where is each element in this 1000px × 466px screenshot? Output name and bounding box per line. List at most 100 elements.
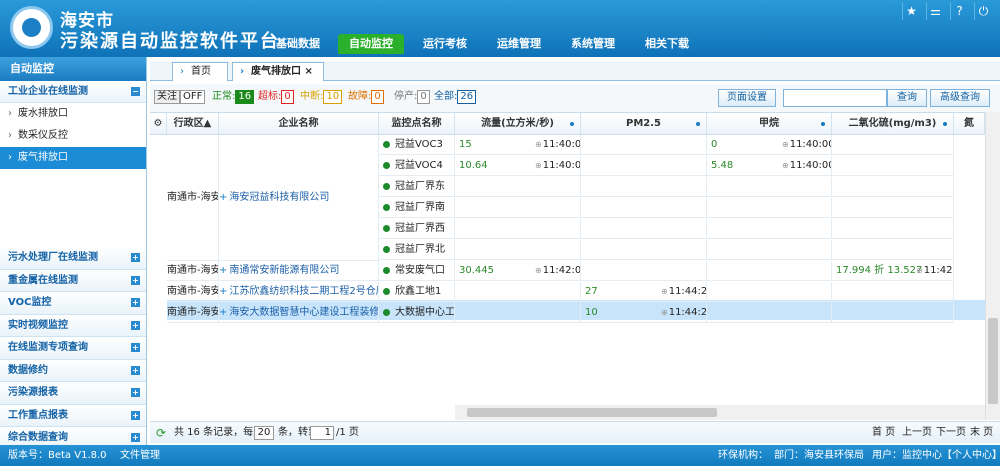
logo xyxy=(10,6,53,49)
company-link[interactable]: 南通常安新能源有限公司 xyxy=(229,265,339,276)
sidebar-section-label[interactable]: 在线监测专项查询 xyxy=(8,342,88,353)
prev-page-link[interactable]: 上一页 xyxy=(902,422,932,444)
user-label[interactable]: 用户：监控中心【个人中心】 xyxy=(872,445,1000,466)
column-region[interactable]: 行政区▲ xyxy=(167,113,219,135)
nav-basic-data[interactable]: 基础数据 xyxy=(268,34,328,54)
group-company[interactable]: + 海安冠益科技有限公司 xyxy=(219,135,379,261)
column-point[interactable]: 监控点名称 xyxy=(379,113,455,135)
cell-company[interactable]: + 南通常安新能源有限公司 xyxy=(219,261,379,281)
nav-auto-monitor[interactable]: 自动监控 xyxy=(338,34,404,54)
file-manager-link[interactable]: 文件管理 xyxy=(120,445,160,466)
sidebar-section-label[interactable]: 污水处理厂在线监测 xyxy=(8,252,98,263)
logout-icon[interactable]: ⏻ xyxy=(974,2,992,20)
cell-company[interactable]: +江苏欣鑫纺织科技二期工程2号仓库（1 xyxy=(219,282,379,302)
cell-text: 大数据中心工地 xyxy=(395,307,455,318)
sidebar-section-label[interactable]: 数据修约 xyxy=(8,365,48,376)
cell-time: 11:44:27 xyxy=(661,303,706,322)
refresh-icon[interactable]: ⟳ xyxy=(156,422,166,444)
sidebar-item-exhaust[interactable]: 废气排放口 xyxy=(0,147,146,169)
status-dot xyxy=(383,267,390,274)
sidebar-section-label[interactable]: 工作重点报表 xyxy=(8,410,68,421)
scroll-thumb[interactable] xyxy=(467,408,717,417)
cell-so2 xyxy=(832,303,954,323)
cell-flow xyxy=(455,177,581,197)
cell-text: 南通市-海安 xyxy=(167,286,219,297)
column-company[interactable]: 企业名称 xyxy=(219,113,379,135)
status-stop[interactable]: 停产: 0 xyxy=(394,90,430,105)
toolbar: 关注 OFF 正常: 16 超标: 0 中断: 10 故障: 0 停产: 0 全部: 26 页… xyxy=(150,84,1000,112)
nav-operation-check[interactable]: 运行考核 xyxy=(414,34,476,54)
sidebar-section-label[interactable]: VOC监控 xyxy=(8,297,51,308)
tab-home[interactable]: 首页 xyxy=(172,62,228,81)
status-all[interactable]: 全部: 26 xyxy=(434,90,477,105)
per-page-input[interactable]: 20 xyxy=(254,426,274,440)
help-icon[interactable]: ? xyxy=(950,2,968,20)
sidebar-section-label[interactable]: 重金属在线监测 xyxy=(8,275,78,286)
expand-icon[interactable]: + xyxy=(131,410,140,420)
close-icon[interactable]: × xyxy=(304,66,312,77)
dept-label: 部门：海安县环保局 xyxy=(774,450,864,461)
company-link[interactable]: 海安冠益科技有限公司 xyxy=(229,192,329,203)
fullscreen-icon[interactable]: ⚌ xyxy=(926,2,944,20)
sidebar-section-label[interactable]: 综合数据查询 xyxy=(8,432,68,443)
expand-icon[interactable]: + xyxy=(131,343,140,352)
horizontal-scrollbar[interactable] xyxy=(455,405,985,420)
focus-toggle[interactable]: OFF xyxy=(180,90,206,104)
count: 0 xyxy=(281,90,294,104)
expand-icon[interactable]: + xyxy=(131,433,140,442)
nav-system[interactable]: 系统管理 xyxy=(562,34,624,54)
sidebar-section: 数据修约 + xyxy=(0,359,146,382)
sidebar-section-industrial[interactable]: 工业企业在线监测 − xyxy=(0,81,146,103)
favorite-icon[interactable]: ★ xyxy=(902,2,920,20)
status-normal[interactable]: 正常: 16 xyxy=(212,90,255,105)
cell-flow xyxy=(455,219,581,239)
column-so2[interactable]: 二氧化硫(mg/m3) xyxy=(832,113,954,135)
column-pm25[interactable]: PM2.5 xyxy=(581,113,707,135)
search-input[interactable] xyxy=(783,89,887,107)
advanced-search-button[interactable]: 高级查询 xyxy=(930,89,990,107)
cell-so2 xyxy=(832,177,954,197)
cell-flow xyxy=(455,198,581,218)
sidebar-section-label[interactable]: 污染源报表 xyxy=(8,387,58,398)
sidebar-section: VOC监控 + xyxy=(0,292,146,315)
next-page-link[interactable]: 下一页 xyxy=(936,422,966,444)
nav-downloads[interactable]: 相关下载 xyxy=(636,34,698,54)
cell-flow: 10.64 11:40:00 xyxy=(455,156,581,176)
sidebar-section: 工作重点报表 + xyxy=(0,404,146,427)
collapse-icon[interactable]: − xyxy=(131,87,140,96)
page-settings-button[interactable]: 页面设置 xyxy=(718,89,776,107)
company-link[interactable]: 海安大数据智慧中心建设工程装修工程 xyxy=(229,307,378,318)
scroll-thumb[interactable] xyxy=(988,318,998,404)
sidebar-section-label[interactable]: 实时视频监控 xyxy=(8,320,68,331)
expand-icon[interactable]: + xyxy=(131,298,140,307)
cell-company[interactable]: +海安大数据智慧中心建设工程装修工程 xyxy=(219,303,379,323)
sidebar-item-collector[interactable]: 数采仪反控 xyxy=(0,125,146,147)
page-input[interactable]: 1 xyxy=(310,426,334,440)
column-settings-icon[interactable]: ⚙ xyxy=(150,113,167,135)
cell-text: 冠益VOC3 xyxy=(395,139,443,150)
expand-icon[interactable]: + xyxy=(131,365,140,375)
vertical-scrollbar[interactable] xyxy=(985,112,1000,420)
status-dot xyxy=(383,162,390,169)
expand-icon[interactable]: + xyxy=(131,275,140,285)
expand-icon[interactable]: + xyxy=(131,253,140,262)
first-page-link[interactable]: 首 页 xyxy=(872,422,895,444)
tab-exhaust[interactable]: 废气排放口 × xyxy=(232,62,324,81)
nav-maintenance[interactable]: 运维管理 xyxy=(488,34,550,54)
search-button[interactable]: 查询 xyxy=(887,89,927,107)
company-link[interactable]: 江苏欣鑫纺织科技二期工程2号仓库（1 xyxy=(229,286,378,297)
status-fault[interactable]: 故障: 0 xyxy=(348,90,384,105)
expand-icon[interactable]: + xyxy=(131,388,140,397)
status-interrupt[interactable]: 中断: 10 xyxy=(300,90,343,105)
cell-pm25 xyxy=(581,135,707,155)
expand-icon[interactable]: + xyxy=(131,320,140,330)
last-page-link[interactable]: 末 页 xyxy=(970,422,993,444)
column-methane[interactable]: 甲烷 xyxy=(707,113,832,135)
column-more[interactable]: 氮 xyxy=(954,113,985,135)
tab-label: 废气排放口 xyxy=(251,66,301,77)
cell-methane xyxy=(707,303,832,323)
cell-time: 11:40:00 xyxy=(535,156,580,175)
column-flow[interactable]: 流量(立方米/秒) xyxy=(455,113,581,135)
status-over[interactable]: 超标: 0 xyxy=(258,90,294,105)
sidebar-item-wastewater[interactable]: 废水排放口 xyxy=(0,103,146,125)
